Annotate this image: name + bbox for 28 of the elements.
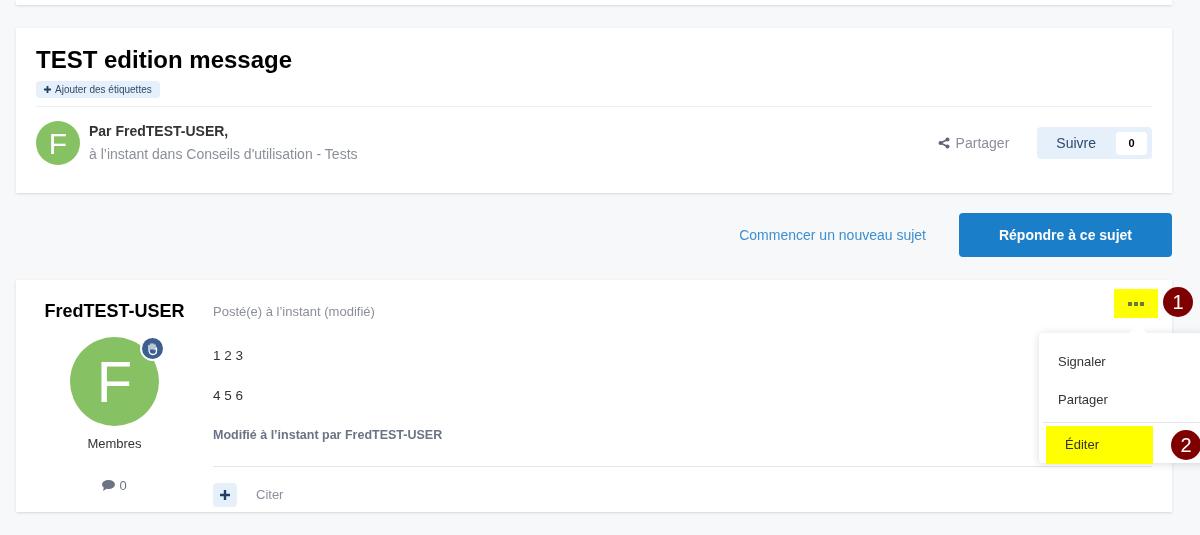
follow-count: 0 [1116,131,1147,155]
add-tags-button[interactable]: Ajouter des étiquettes [36,81,160,98]
author-name[interactable]: FredTEST-USER [44,298,185,325]
edited-note: Modifié à l’instant par FredTEST-USER [213,427,443,444]
author-name[interactable]: Par FredTEST-USER, [89,121,358,142]
topic-title: TEST edition message [36,45,294,75]
plus-icon [220,489,230,500]
post-paragraph: 4 5 6 [213,386,244,405]
more-button[interactable] [1114,289,1158,318]
menu-item[interactable]: Signaler [1039,343,1200,381]
avatar: F [70,337,159,426]
more-icon [1128,301,1144,306]
post-paragraph: 1 2 3 [213,346,244,365]
avatar: F [36,121,80,165]
hand-badge-icon [140,336,165,361]
annotation-marker: 1 [1163,287,1193,317]
multiquote-button[interactable] [213,482,237,507]
reply-button[interactable]: Répondre à ce sujet [959,213,1172,257]
menu-item[interactable]: Partager [1039,381,1200,419]
follow-button[interactable]: Suivre 0 [1037,127,1152,159]
post-date: Posté(e) à l’instant (modifié) [213,303,375,321]
post-count: 0 [119,476,127,495]
share-icon [937,137,950,149]
plus-icon [44,86,51,93]
comment-icon [102,479,116,491]
topic-meta: à l’instant dans Conseils d'utilisation - Tests [89,145,358,164]
member-group: Membres [87,434,142,454]
menu-item[interactable]: Éditer [1046,426,1153,464]
